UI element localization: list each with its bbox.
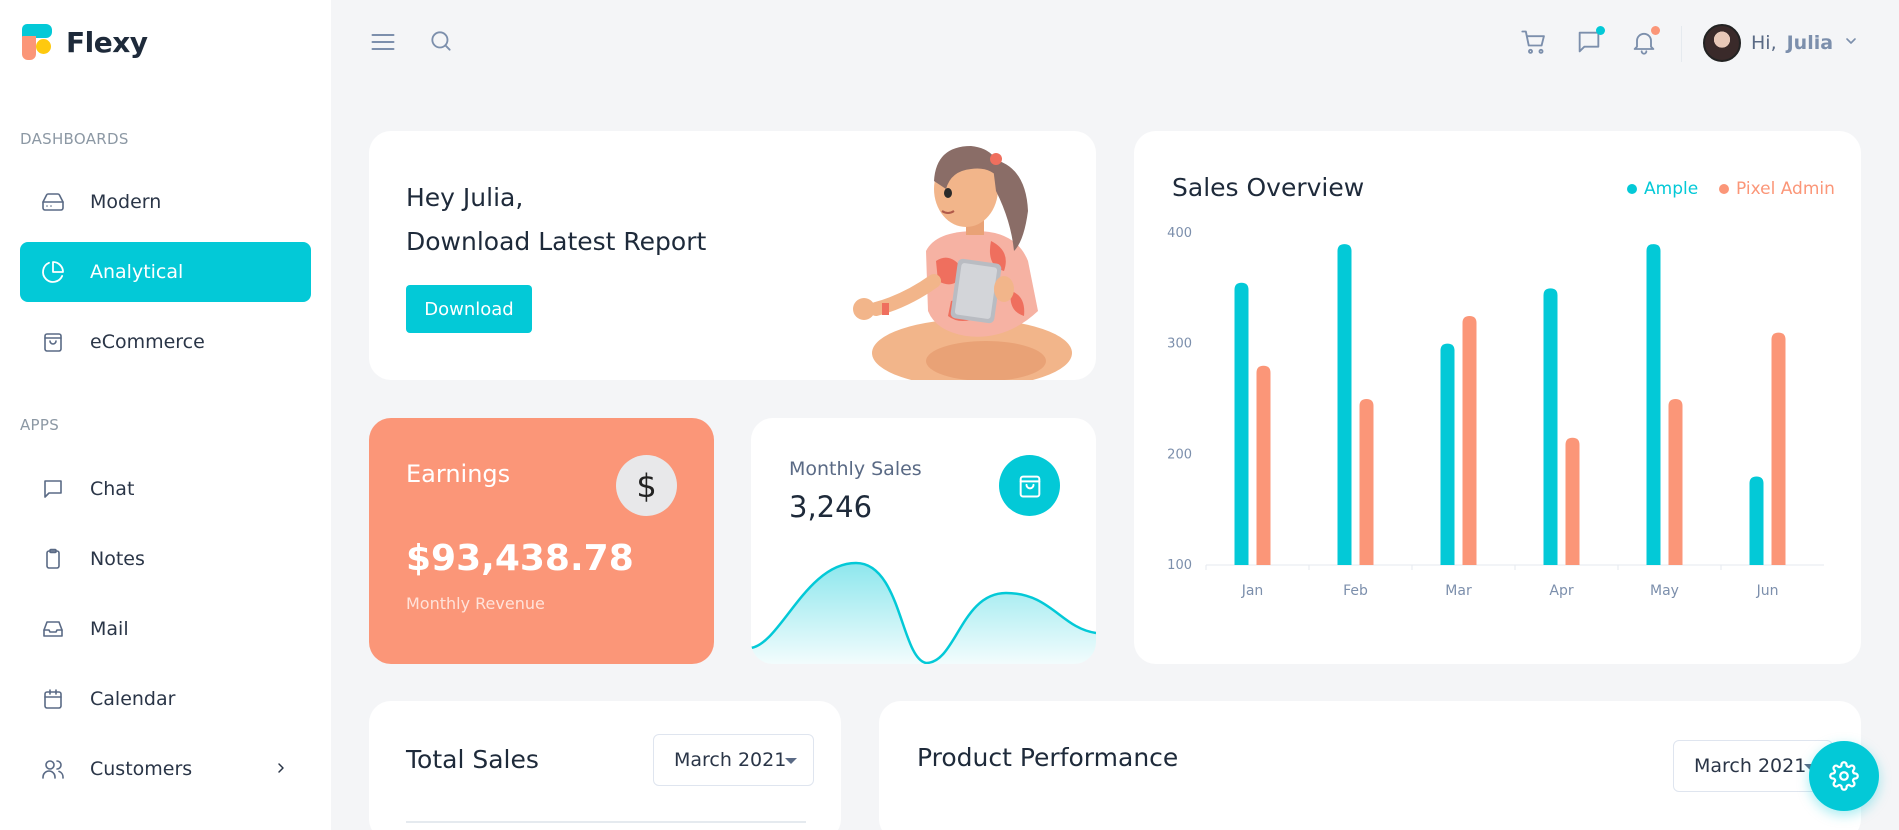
download-button[interactable]: Download bbox=[406, 285, 532, 333]
y-tick-label: 400 bbox=[1167, 226, 1192, 241]
pie-chart-icon bbox=[40, 259, 66, 285]
dashboard-drive-icon bbox=[40, 189, 66, 215]
sidebar-item-analytical[interactable]: Analytical bbox=[20, 242, 311, 302]
earnings-card: Earnings $ $93,438.78 Monthly Revenue bbox=[369, 418, 714, 664]
y-tick-label: 100 bbox=[1167, 558, 1192, 573]
total-sales-title: Total Sales bbox=[406, 745, 539, 774]
bar-pixel-admin-may bbox=[1668, 399, 1683, 565]
brand-name: Flexy bbox=[66, 25, 148, 59]
x-tick-label: Apr bbox=[1549, 583, 1573, 599]
x-tick-label: Jun bbox=[1756, 583, 1779, 599]
sidebar-item-label: Notes bbox=[90, 548, 145, 570]
clipboard-icon bbox=[40, 546, 66, 572]
avatar bbox=[1703, 24, 1741, 62]
bell-icon[interactable] bbox=[1630, 26, 1660, 56]
bar-pixel-admin-mar bbox=[1462, 316, 1477, 565]
sidebar-item-label: Analytical bbox=[90, 261, 184, 283]
sidebar-item-ecommerce[interactable]: eCommerce bbox=[20, 312, 311, 372]
topbar-divider bbox=[1681, 26, 1682, 62]
dollar-icon: $ bbox=[616, 455, 677, 516]
sidebar-item-label: Chat bbox=[90, 478, 135, 500]
sidebar-item-chat[interactable]: Chat bbox=[20, 459, 311, 519]
sidebar-item-customers[interactable]: Customers bbox=[20, 739, 311, 799]
bar-pixel-admin-feb bbox=[1359, 399, 1374, 565]
chevron-down-icon bbox=[1843, 32, 1859, 54]
bar-pixel-admin-apr bbox=[1565, 437, 1580, 565]
y-tick-label: 300 bbox=[1167, 337, 1192, 352]
user-name: Julia bbox=[1786, 32, 1834, 54]
earnings-value: $93,438.78 bbox=[406, 538, 634, 579]
search-icon[interactable] bbox=[428, 28, 454, 54]
x-tick-label: Jan bbox=[1241, 583, 1264, 599]
notification-badge bbox=[1651, 26, 1660, 35]
menu-icon[interactable] bbox=[369, 28, 397, 56]
bar-pixel-admin-jan bbox=[1256, 365, 1271, 565]
bar-ample-jun bbox=[1749, 476, 1764, 565]
monthly-sales-sparkline bbox=[751, 561, 1096, 664]
chat-icon bbox=[40, 476, 66, 502]
monthly-sales-value: 3,246 bbox=[789, 490, 873, 524]
x-tick-label: Mar bbox=[1445, 583, 1472, 599]
chevron-right-icon bbox=[273, 759, 289, 781]
sidebar-item-label: eCommerce bbox=[90, 331, 205, 353]
user-greeting: Hi, bbox=[1751, 32, 1777, 54]
message-icon[interactable] bbox=[1575, 26, 1605, 56]
product-performance-title: Product Performance bbox=[917, 743, 1179, 772]
bar-pixel-admin-jun bbox=[1771, 332, 1786, 565]
bar-ample-may bbox=[1646, 244, 1661, 566]
sidebar-item-label: Modern bbox=[90, 191, 162, 213]
bar-ample-jan bbox=[1234, 282, 1249, 565]
settings-fab-button[interactable] bbox=[1809, 741, 1879, 811]
sidebar-item-label: Customers bbox=[90, 758, 193, 780]
girl-with-tablet-illustration bbox=[853, 146, 1072, 380]
calendar-icon bbox=[40, 686, 66, 712]
divider bbox=[406, 821, 806, 823]
message-badge bbox=[1596, 26, 1605, 35]
monthly-sales-card: Monthly Sales 3,246 bbox=[751, 418, 1096, 664]
x-tick-label: May bbox=[1650, 583, 1679, 599]
sidebar: Flexy DASHBOARDS Modern Analytical eComm… bbox=[0, 0, 331, 830]
users-icon bbox=[40, 756, 66, 782]
gear-icon bbox=[1829, 761, 1859, 791]
sidebar-item-modern[interactable]: Modern bbox=[20, 172, 311, 232]
section-title-apps: APPS bbox=[20, 416, 60, 434]
bar-ample-mar bbox=[1440, 343, 1455, 565]
sidebar-item-label: Mail bbox=[90, 618, 129, 640]
welcome-greeting: Hey Julia, bbox=[406, 183, 524, 212]
y-tick-label: 200 bbox=[1167, 447, 1192, 462]
earnings-title: Earnings bbox=[406, 460, 511, 488]
select-value: March 2021 bbox=[1694, 755, 1807, 777]
bar-ample-feb bbox=[1337, 244, 1352, 566]
shopping-bag-icon bbox=[40, 329, 66, 355]
earnings-subtitle: Monthly Revenue bbox=[406, 594, 545, 613]
caret-down-icon bbox=[785, 758, 797, 764]
select-value: March 2021 bbox=[674, 749, 787, 771]
sidebar-item-notes[interactable]: Notes bbox=[20, 529, 311, 589]
inbox-icon bbox=[40, 616, 66, 642]
shopping-bag-icon bbox=[999, 455, 1060, 516]
flexy-logo-icon bbox=[20, 22, 56, 62]
user-menu[interactable]: Hi, Julia bbox=[1703, 24, 1859, 62]
sales-overview-card: Sales Overview Ample Pixel Admin 100 200 3… bbox=[1134, 131, 1861, 664]
sidebar-item-calendar[interactable]: Calendar bbox=[20, 669, 311, 729]
brand-logo[interactable]: Flexy bbox=[20, 22, 148, 62]
monthly-sales-title: Monthly Sales bbox=[789, 458, 922, 480]
welcome-card: Hey Julia, Download Latest Report Downlo… bbox=[369, 131, 1096, 380]
sales-overview-bar-chart: 100 200 300 400 Jan Feb Mar Apr May Jun bbox=[1167, 226, 1824, 599]
sidebar-item-label: Calendar bbox=[90, 688, 176, 710]
total-sales-month-select[interactable]: March 2021 bbox=[653, 734, 814, 786]
product-performance-card: Product Performance March 2021 bbox=[879, 701, 1861, 830]
section-title-dashboards: DASHBOARDS bbox=[20, 130, 129, 148]
x-tick-label: Feb bbox=[1343, 583, 1368, 599]
cart-icon[interactable] bbox=[1520, 28, 1548, 56]
sidebar-item-mail[interactable]: Mail bbox=[20, 599, 311, 659]
total-sales-card: Total Sales March 2021 bbox=[369, 701, 841, 830]
welcome-subtitle: Download Latest Report bbox=[406, 227, 707, 256]
bar-ample-apr bbox=[1543, 288, 1558, 565]
